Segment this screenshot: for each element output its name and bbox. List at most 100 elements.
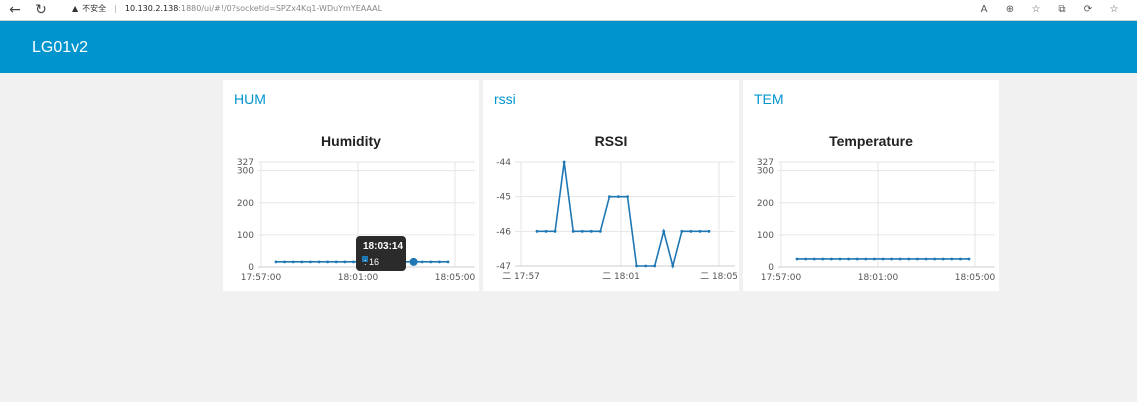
data-point — [653, 264, 657, 268]
y-tick-label: 300 — [757, 167, 774, 177]
chart-title: Humidity — [321, 133, 381, 149]
data-point — [924, 257, 928, 261]
data-point — [274, 260, 278, 264]
app-header: LG01v2 — [0, 21, 1137, 73]
data-point — [626, 195, 629, 199]
data-point — [933, 257, 936, 261]
y-tick-label: 100 — [237, 231, 254, 241]
reload-icon[interactable]: ↻ — [32, 1, 50, 19]
hover-point — [409, 257, 418, 266]
group-label: HUM — [234, 91, 266, 107]
card-tem: TEM Temperature 327 300 200 100 0 17:57:00 18:… — [743, 80, 999, 291]
security-warning[interactable]: 不安全 — [82, 4, 106, 13]
data-point — [535, 229, 539, 233]
data-point — [671, 264, 675, 268]
x-tick-label: 18:05:00 — [435, 273, 476, 283]
temperature-chart[interactable]: 327300200100017:57:00 18:01:00 18:05:00 — [743, 152, 999, 291]
data-point — [941, 257, 945, 261]
data-point — [689, 229, 693, 233]
card-hum: HUM Humidity 327 300 200 100 0 17:57:00 18:01:… — [223, 80, 479, 291]
data-point — [309, 260, 312, 264]
data-point — [847, 257, 850, 261]
data-point — [855, 257, 859, 261]
data-point — [864, 257, 868, 261]
divider: | — [114, 4, 117, 13]
data-point — [429, 260, 433, 264]
rssi-chart[interactable]: -44 -45 -46 -47二 17:57 二 18:01 二 18:05 — [483, 152, 739, 291]
data-point — [300, 260, 304, 264]
data-point — [950, 257, 954, 261]
data-point — [967, 257, 971, 261]
data-point — [562, 160, 566, 164]
y-tick-label: 300 — [237, 167, 254, 177]
favorites-icon[interactable]: ☆ — [1101, 1, 1127, 19]
data-point — [553, 229, 557, 233]
warning-icon: ▲ — [72, 4, 79, 13]
favorite-add-icon[interactable]: ☆ — [1023, 1, 1049, 19]
data-point — [890, 257, 893, 261]
data-point — [608, 195, 611, 199]
url-host: 10.130.2.138 — [124, 4, 179, 13]
x-tick-label: 二 18:01 — [602, 272, 640, 282]
data-point — [580, 229, 584, 233]
series-line — [537, 161, 709, 270]
data-point — [795, 257, 799, 261]
data-point — [291, 260, 295, 264]
data-point — [804, 257, 807, 261]
x-tick-label: 18:01:00 — [338, 273, 379, 283]
address-bar[interactable]: ▲ 不安全 | 10.130.2.138:1880/ui/#!/0?socketid=… — [62, 0, 962, 20]
data-point — [680, 229, 684, 233]
data-point — [635, 264, 638, 268]
data-point — [446, 260, 450, 264]
data-point — [707, 229, 711, 233]
data-point — [873, 257, 876, 261]
y-tick-label: 200 — [237, 199, 254, 209]
data-point — [662, 229, 666, 233]
x-tick-label: 17:57:00 — [241, 273, 282, 283]
data-point — [571, 229, 575, 233]
browser-toolbar: ← ↻ ▲ 不安全 | 10.130.2.138:1880/ui/#!/0?socke… — [0, 0, 1137, 21]
x-tick-label: 18:05:00 — [955, 273, 996, 283]
data-point — [598, 229, 602, 233]
x-tick-label: 二 18:05 — [700, 272, 738, 282]
y-tick-label: -47 — [496, 262, 511, 272]
read-aloud-icon[interactable]: A — [971, 1, 997, 19]
data-point — [544, 229, 548, 233]
data-point — [644, 264, 648, 268]
y-tick-label: -46 — [496, 227, 511, 237]
data-point — [352, 260, 355, 264]
y-tick-label: 0 — [768, 263, 774, 273]
data-point — [916, 257, 919, 261]
tooltip-value: : 16 — [364, 257, 379, 267]
extensions-icon[interactable]: ⟳ — [1075, 1, 1101, 19]
x-tick-label: 二 17:57 — [502, 272, 540, 282]
data-point — [334, 260, 338, 264]
chart-title: Temperature — [829, 133, 913, 149]
data-point — [326, 260, 329, 264]
group-label: TEM — [754, 91, 784, 107]
data-point — [821, 257, 825, 261]
data-point — [343, 260, 347, 264]
collections-icon[interactable]: ⧉ — [1049, 1, 1075, 19]
data-point — [438, 260, 441, 264]
x-tick-label: 17:57:00 — [761, 273, 802, 283]
y-tick-label: -45 — [496, 193, 511, 203]
y-tick-label: -44 — [496, 158, 511, 168]
humidity-chart[interactable]: 327300200100017:57:00 18:01:00 18:05:0018:… — [223, 152, 479, 291]
y-tick-label: 0 — [248, 263, 254, 273]
data-point — [317, 260, 321, 264]
zoom-icon[interactable]: ⊕ — [997, 1, 1023, 19]
data-point — [907, 257, 911, 261]
page-title: LG01v2 — [32, 39, 89, 56]
url-path: :1880/ui/#!/0?socketid=SPZx4Kq1-WDuYmYEA… — [178, 4, 383, 13]
data-point — [898, 257, 902, 261]
data-point — [283, 260, 286, 264]
data-point — [589, 229, 593, 233]
data-point — [838, 257, 842, 261]
y-tick-label: 200 — [757, 199, 774, 209]
data-point — [881, 257, 885, 261]
back-icon[interactable]: ← — [6, 1, 24, 19]
data-point — [420, 260, 424, 264]
data-point — [959, 257, 962, 261]
y-tick-label: 100 — [757, 231, 774, 241]
